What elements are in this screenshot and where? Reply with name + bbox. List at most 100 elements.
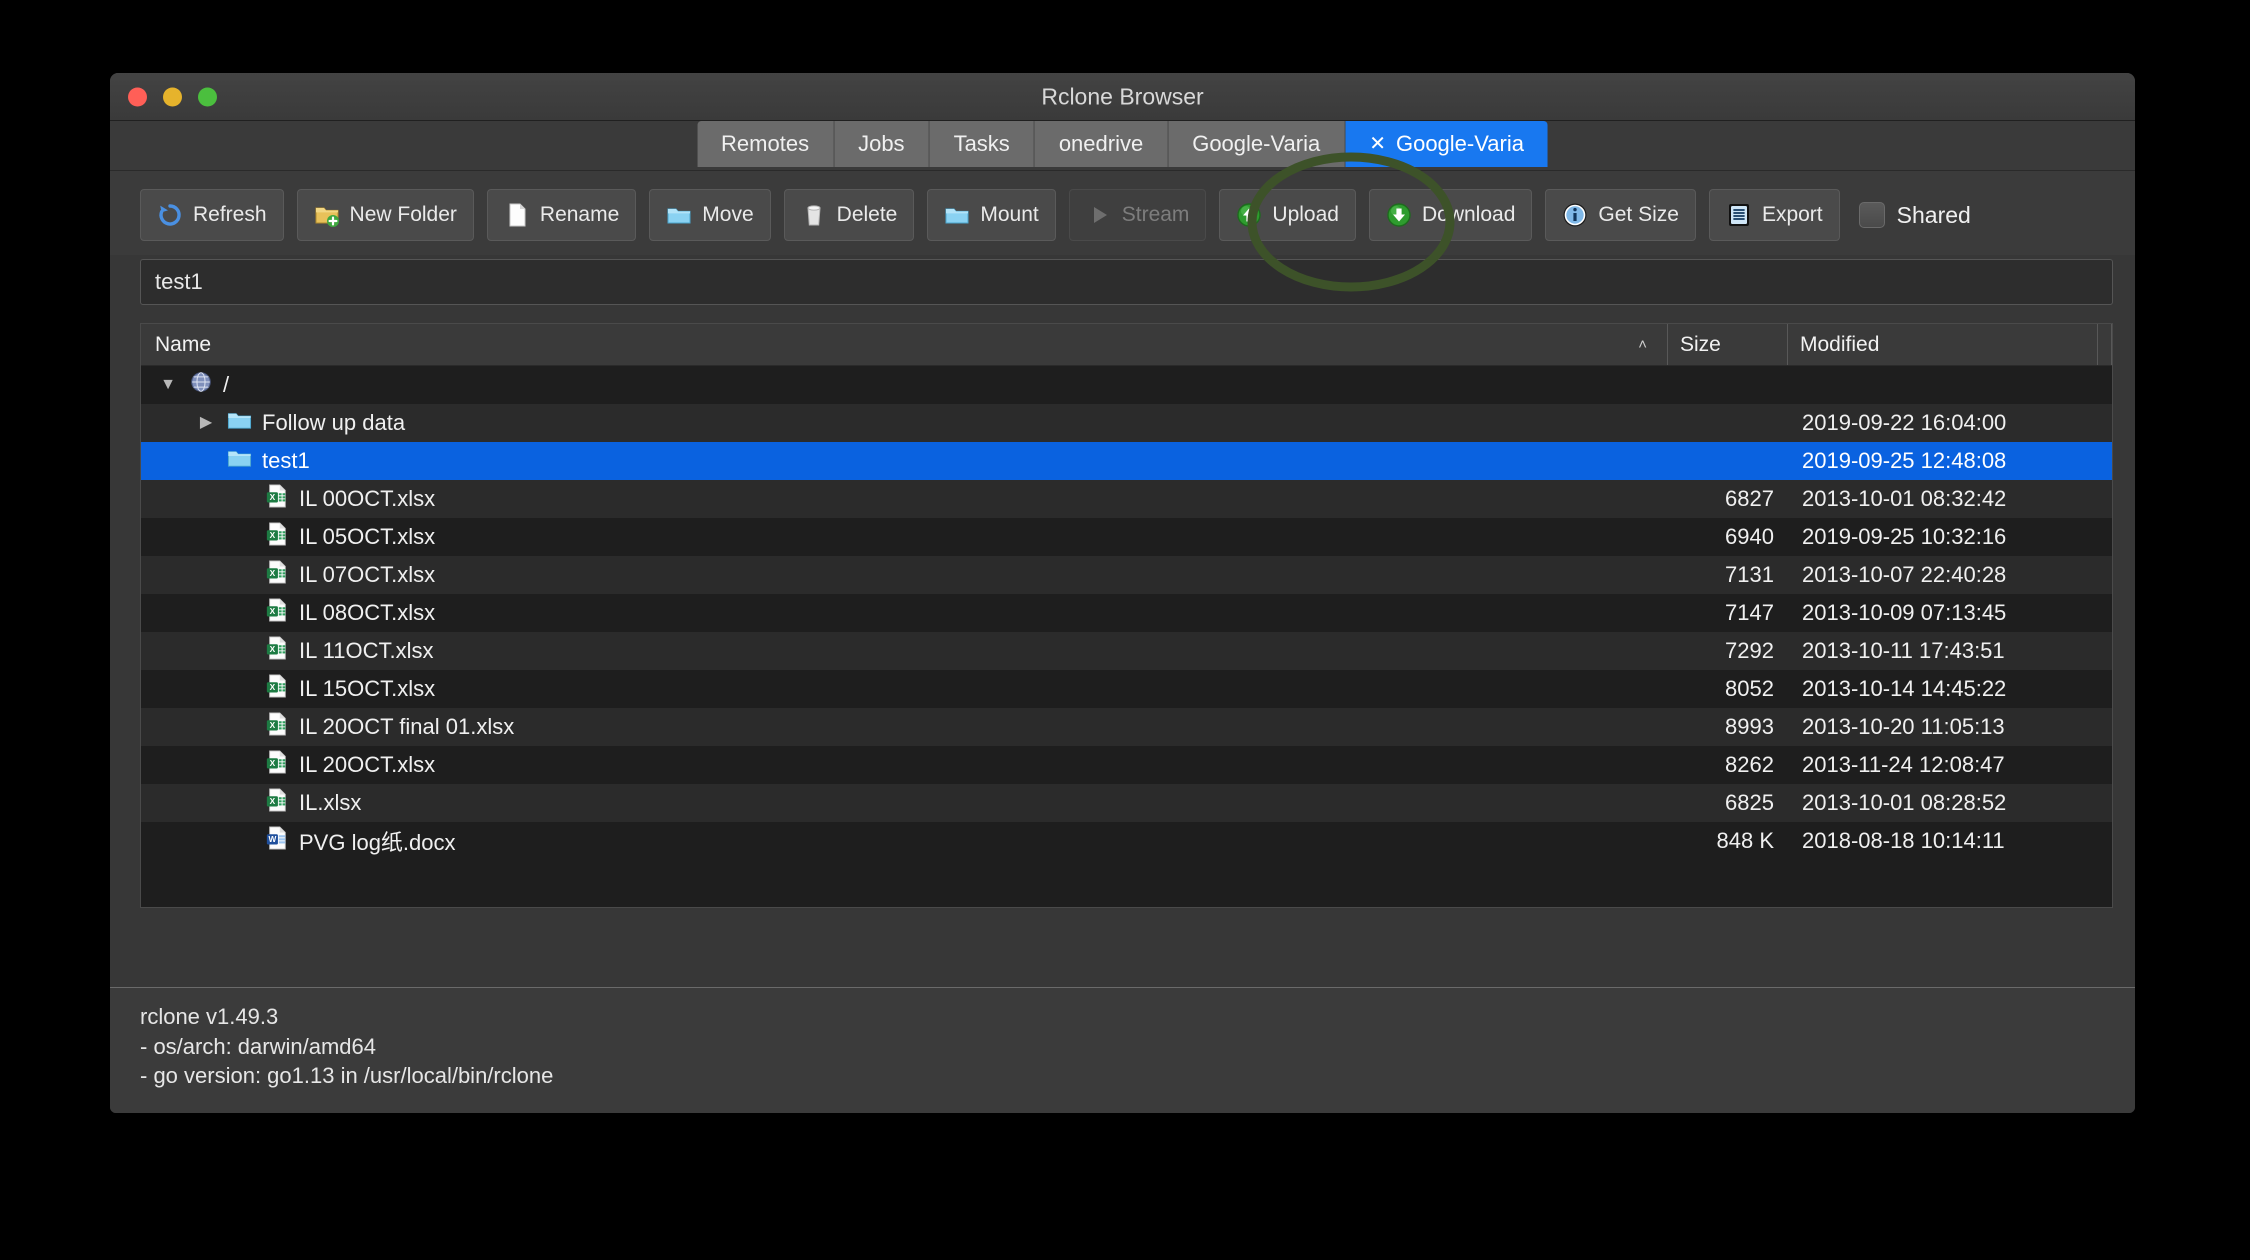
tab-close-icon[interactable]: ✕ — [1369, 134, 1386, 154]
svg-text:X: X — [270, 530, 276, 540]
tab-bar: Remotes Jobs Tasks onedrive Google-Varia ✕ Goo… — [697, 121, 1548, 167]
tree-row-size-cell: 6825 — [1725, 790, 1774, 815]
tab-jobs[interactable]: Jobs — [834, 121, 930, 167]
upload-arrow-icon — [1236, 202, 1262, 228]
tab-onedrive[interactable]: onedrive — [1034, 121, 1169, 167]
tree-row[interactable]: X IL 20OCT final 01.xlsx 8993 2013-10-20 11… — [141, 708, 2112, 746]
tree-row-modified-cell: 2018-08-18 10:14:11 — [1802, 828, 2005, 853]
export-list-icon — [1726, 202, 1752, 228]
tree-row-name-label: Follow up data — [262, 410, 406, 435]
new-folder-icon — [314, 202, 340, 228]
get-size-button[interactable]: Get Size — [1545, 189, 1696, 241]
tree-row-name-label: IL 05OCT.xlsx — [299, 524, 436, 549]
expanded-twisty-icon[interactable]: ▼ — [157, 377, 179, 393]
tree-row[interactable]: ▶ Follow up data 2019-09-22 16:04:00 — [141, 404, 2112, 442]
tree-row-name-label: IL 20OCT final 01.xlsx — [299, 714, 515, 739]
tree-row-name-label: IL.xlsx — [299, 790, 362, 815]
rename-button[interactable]: Rename — [486, 189, 637, 241]
excel-file-icon: X — [265, 484, 289, 514]
tab-tasks[interactable]: Tasks — [929, 121, 1035, 167]
tree-row[interactable]: X IL 08OCT.xlsx 7147 2013-10-09 07:13:45 — [141, 594, 2112, 632]
tree-row-name-cell: X IL 07OCT.xlsx — [141, 560, 1668, 590]
delete-button[interactable]: Delete — [783, 189, 915, 241]
tree-row[interactable]: X IL 11OCT.xlsx 7292 2013-10-11 17:43:51 — [141, 632, 2112, 670]
tree-row-name-cell: X IL 08OCT.xlsx — [141, 598, 1668, 628]
svg-text:W: W — [268, 834, 276, 844]
excel-file-icon: X — [265, 674, 289, 704]
file-tree-panel: Name ˄ Size Modified ▼ / ▶ Follow up data 20… — [140, 323, 2113, 908]
rename-icon — [504, 202, 530, 228]
column-header-endcap — [2098, 324, 2112, 365]
toolbar-button-label: Upload — [1272, 203, 1339, 226]
shared-checkbox-box[interactable] — [1858, 202, 1885, 228]
refresh-icon — [157, 202, 183, 228]
rclone-browser-window: Rclone Browser Remotes Jobs Tasks onedrive G… — [110, 73, 2135, 1113]
tree-row[interactable]: X IL 07OCT.xlsx 7131 2013-10-07 22:40:28 — [141, 556, 2112, 594]
stream-button: Stream — [1068, 189, 1207, 241]
tree-row-size-cell: 7292 — [1725, 638, 1774, 663]
upload-button[interactable]: Upload — [1219, 189, 1356, 241]
tree-row[interactable]: X IL.xlsx 6825 2013-10-01 08:28:52 — [141, 784, 2112, 822]
excel-file-icon: X — [265, 712, 289, 742]
move-folder-icon — [666, 202, 692, 228]
toolbar-button-label: Mount — [980, 203, 1039, 226]
tree-row-name-label: IL 00OCT.xlsx — [299, 486, 436, 511]
tree-row-name-label: IL 11OCT.xlsx — [299, 638, 434, 663]
tree-row[interactable]: test1 2019-09-25 12:48:08 — [141, 442, 2112, 480]
column-header-modified-label: Modified — [1800, 332, 1880, 356]
mount-button[interactable]: Mount — [927, 189, 1056, 241]
trash-icon — [801, 202, 827, 228]
tree-row[interactable]: X IL 15OCT.xlsx 8052 2013-10-14 14:45:22 — [141, 670, 2112, 708]
column-header-size[interactable]: Size — [1668, 324, 1788, 365]
file-tree-header: Name ˄ Size Modified — [141, 324, 2112, 366]
toolbar-button-label: New Folder — [349, 203, 457, 226]
status-log: rclone v1.49.3 - os/arch: darwin/amd64 -… — [110, 987, 2135, 1113]
tree-row-size-cell: 7147 — [1725, 600, 1774, 625]
tree-row[interactable]: X IL 05OCT.xlsx 6940 2019-09-25 10:32:16 — [141, 518, 2112, 556]
tree-row-modified-cell: 2013-10-01 08:28:52 — [1802, 790, 2007, 815]
play-icon — [1086, 202, 1112, 228]
tree-row[interactable]: W PVG log纸.docx 848 K 2018-08-18 10:14:11 — [141, 822, 2112, 860]
tab-google-varia-active[interactable]: ✕ Google-Varia — [1345, 121, 1548, 167]
tab-remotes[interactable]: Remotes — [697, 121, 835, 167]
tree-row-modified-cell: 2013-11-24 12:08:47 — [1802, 752, 2005, 777]
tree-row[interactable]: X IL 20OCT.xlsx 8262 2013-11-24 12:08:47 — [141, 746, 2112, 784]
tree-row-name-cell: ▼ / — [141, 370, 1668, 400]
tree-row[interactable]: X IL 00OCT.xlsx 6827 2013-10-01 08:32:42 — [141, 480, 2112, 518]
column-header-name[interactable]: Name ˄ — [141, 324, 1668, 365]
tree-row-name-cell: X IL 00OCT.xlsx — [141, 484, 1668, 514]
toolbar-button-label: Export — [1761, 203, 1823, 226]
tree-row-name-cell: W PVG log纸.docx — [141, 825, 1668, 857]
tree-row-modified-cell: 2013-10-14 14:45:22 — [1802, 676, 2007, 701]
tab-label: Google-Varia — [1192, 131, 1321, 156]
tree-row[interactable]: ▼ / — [141, 366, 2112, 404]
word-file-icon: W — [265, 826, 289, 856]
tree-row-size-cell: 8262 — [1725, 752, 1774, 777]
tree-row-name-label: / — [223, 372, 230, 397]
shared-checkbox[interactable]: Shared — [1858, 201, 1971, 229]
svg-text:X: X — [270, 568, 276, 578]
title-bar: Rclone Browser — [110, 73, 2135, 121]
toolbar-button-label: Rename — [539, 203, 620, 226]
new-folder-button[interactable]: New Folder — [296, 189, 474, 241]
status-log-line-2: - os/arch: darwin/amd64 — [140, 1033, 376, 1059]
collapsed-twisty-icon[interactable]: ▶ — [195, 415, 217, 431]
excel-file-icon: X — [265, 522, 289, 552]
tab-google-varia[interactable]: Google-Varia — [1168, 121, 1346, 167]
export-button[interactable]: Export — [1708, 189, 1840, 241]
toolbar-button-label: Download — [1421, 203, 1516, 226]
tree-row-name-label: IL 15OCT.xlsx — [299, 676, 436, 701]
shared-checkbox-label: Shared — [1896, 201, 1971, 228]
refresh-button[interactable]: Refresh — [140, 189, 284, 241]
column-header-size-label: Size — [1680, 332, 1721, 356]
tree-row-size-cell: 7131 — [1725, 562, 1774, 587]
window-title: Rclone Browser — [1041, 83, 1204, 109]
info-icon — [1562, 202, 1588, 228]
tree-row-size-cell: 6827 — [1725, 486, 1774, 511]
column-header-name-label: Name — [155, 332, 212, 356]
tree-row-modified-cell: 2013-10-11 17:43:51 — [1802, 638, 2005, 663]
path-input[interactable]: test1 — [140, 259, 2113, 305]
column-header-modified[interactable]: Modified — [1788, 324, 2098, 365]
download-button[interactable]: Download — [1368, 189, 1533, 241]
move-button[interactable]: Move — [649, 189, 771, 241]
